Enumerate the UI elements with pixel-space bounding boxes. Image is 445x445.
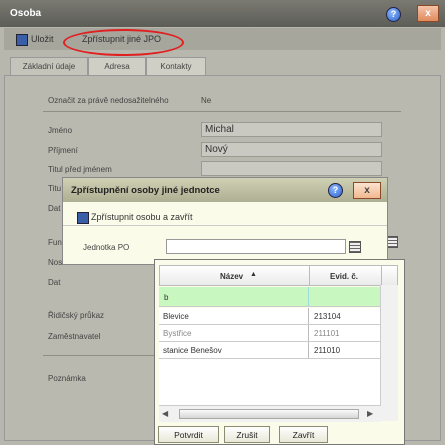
dialog-titlebar: Zpřístupnění osoby jiné jednotce ? x — [63, 178, 387, 202]
last-name-field[interactable]: Nový — [201, 142, 382, 157]
unit-picker-grid: Název ▲ Evid. č. b Blevice 213104 Bystři… — [154, 259, 405, 445]
tab-contacts[interactable]: Kontakty — [146, 57, 206, 76]
table-picker-icon[interactable] — [349, 241, 361, 253]
unit-input[interactable] — [166, 239, 346, 254]
divider — [43, 111, 401, 112]
date2-label: Dat — [48, 278, 61, 287]
date-label: Dat — [48, 204, 61, 213]
floppy-disk-icon — [16, 34, 28, 46]
close-button[interactable]: Zavřít — [279, 426, 328, 443]
tab-bar: Základní údaje Adresa Kontakty — [4, 53, 441, 76]
mark-unavailable-label: Označit za právě nedosažitelného — [48, 96, 169, 105]
help-icon[interactable]: ? — [328, 183, 343, 198]
unit-label: Jednotka PO — [83, 243, 130, 252]
window-titlebar: Osoba ? x — [0, 0, 445, 27]
highlight-ellipse — [63, 29, 184, 56]
sort-asc-icon[interactable]: ▲ — [250, 271, 257, 278]
nos-label: Nos — [48, 258, 63, 267]
mark-unavailable-value: Ne — [201, 96, 212, 105]
grid-empty-area — [159, 359, 381, 405]
employer-label: Zaměstnavatel — [48, 332, 101, 341]
scroll-right-icon[interactable]: ▶ — [367, 409, 373, 418]
title-before-field[interactable] — [201, 161, 382, 176]
dialog-toolbar: Zpřístupnit osobu a zavřít — [65, 206, 385, 224]
row-id: 211010 — [314, 346, 341, 355]
share-and-close-button[interactable]: Zpřístupnit osobu a zavřít — [91, 212, 193, 222]
row-id: 211101 — [314, 329, 340, 338]
save-button[interactable]: Uložit — [31, 34, 54, 44]
column-divider — [308, 342, 309, 358]
row-id: 213104 — [314, 312, 341, 321]
row-name: stanice Benešov — [163, 346, 222, 355]
column-divider — [308, 287, 309, 306]
column-id-header[interactable]: Evid. č. — [330, 272, 358, 281]
note-label: Poznámka — [48, 374, 86, 383]
help-icon[interactable]: ? — [386, 7, 401, 22]
tab-address[interactable]: Adresa — [88, 57, 146, 76]
scroll-left-icon[interactable]: ◀ — [162, 409, 168, 418]
table-row[interactable]: Blevice 213104 — [159, 308, 381, 325]
table-row[interactable]: stanice Benešov 211010 — [159, 342, 381, 359]
title-after-label: Titu — [48, 184, 62, 193]
column-name-header[interactable]: Název — [220, 272, 243, 281]
column-divider — [381, 266, 382, 285]
window-close-button[interactable]: x — [417, 5, 439, 22]
driving-license-label: Řidičský průkaz — [48, 311, 105, 320]
function-label: Fun — [48, 238, 62, 247]
divider — [43, 355, 156, 356]
filter-name-value[interactable]: b — [164, 293, 168, 302]
confirm-button[interactable]: Potvrdit — [158, 426, 219, 443]
cancel-button[interactable]: Zrušit — [224, 426, 270, 443]
share-person-dialog: Zpřístupnění osoby jiné jednotce ? x Zpř… — [62, 177, 388, 265]
table-row[interactable]: Bystřice 211101 — [159, 325, 381, 342]
horizontal-scrollbar[interactable]: ◀ ▶ — [159, 405, 381, 422]
scroll-thumb[interactable] — [179, 409, 359, 419]
filter-row[interactable]: b — [159, 287, 381, 307]
first-name-label: Jméno — [48, 126, 73, 135]
dialog-title: Zpřístupnění osoby jiné jednotce — [71, 185, 220, 196]
dialog-close-button[interactable]: x — [353, 182, 381, 199]
column-divider — [309, 266, 310, 285]
divider — [63, 225, 387, 226]
column-divider — [308, 308, 309, 324]
row-name: Blevice — [163, 312, 189, 321]
row-name: Bystřice — [163, 329, 192, 338]
first-name-field[interactable]: Michal — [201, 122, 382, 137]
floppy-disk-icon — [77, 212, 89, 224]
title-before-label: Titul před jménem — [48, 165, 112, 174]
window-title: Osoba — [10, 8, 42, 19]
grid-header: Název ▲ Evid. č. — [159, 265, 398, 286]
last-name-label: Příjmení — [48, 146, 78, 155]
vertical-scrollbar[interactable] — [380, 285, 398, 421]
column-divider — [308, 325, 309, 341]
tab-basic-info[interactable]: Základní údaje — [10, 57, 88, 76]
